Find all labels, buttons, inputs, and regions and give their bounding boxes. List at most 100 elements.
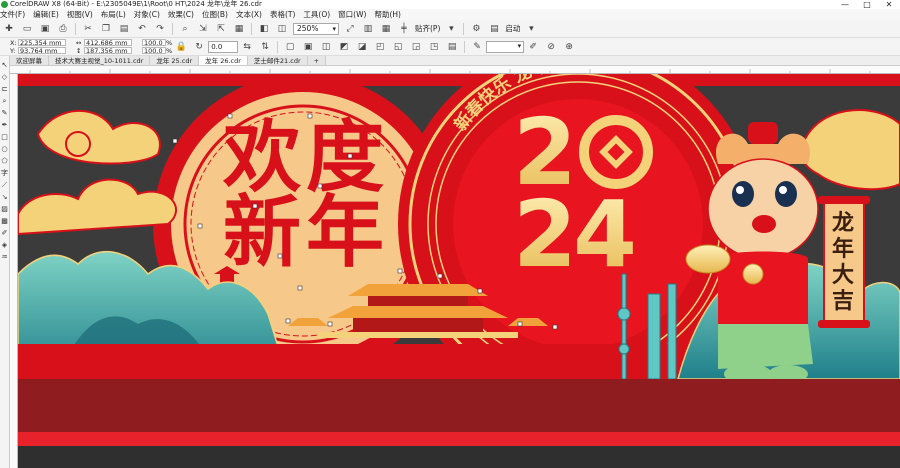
paste-icon[interactable]: ▤ (117, 22, 131, 36)
y-position-field[interactable]: 93.764 mm (18, 47, 66, 54)
year-digit-4: 4 (573, 181, 637, 288)
menu-window[interactable]: 窗口(W) (338, 9, 374, 20)
toolbar-separator (463, 22, 465, 35)
toolbar-separator (464, 40, 466, 53)
smart-fill-icon[interactable]: ♒ (1, 251, 7, 263)
launch-icon[interactable]: ▤ (487, 22, 501, 36)
new-document-icon[interactable]: ✚ (2, 22, 16, 36)
no-fill-icon[interactable]: ⊘ (544, 40, 558, 54)
rotate-icon[interactable]: ↻ (192, 40, 206, 54)
freehand-tool-icon[interactable]: ✎ (2, 107, 8, 119)
menu-effects[interactable]: 效果(C) (168, 9, 202, 20)
break-apart-icon[interactable]: ◪ (355, 40, 369, 54)
intersect-icon[interactable]: ◲ (409, 40, 423, 54)
ungroup-all-icon[interactable]: ◫ (319, 40, 333, 54)
combine-icon[interactable]: ◩ (337, 40, 351, 54)
polygon-tool-icon[interactable]: ⬠ (1, 155, 7, 167)
tab-dragon-25[interactable]: 龙年 25.cdr (150, 56, 200, 65)
menu-view[interactable]: 视图(V) (67, 9, 101, 20)
zoom-tool-icon[interactable]: ⌕ (3, 95, 7, 107)
search-content-icon[interactable]: ⌕ (178, 22, 192, 36)
tab-welcome-screen[interactable]: 欢迎屏幕 (10, 56, 49, 65)
welcome-screen-icon[interactable]: ◫ (275, 22, 289, 36)
launch-dropdown[interactable]: 启动 (505, 23, 520, 34)
snap-to-dropdown[interactable]: 贴齐(P) (415, 23, 440, 34)
x-position-field[interactable]: 225.354 mm (18, 39, 66, 46)
drop-shadow-icon[interactable]: ▨ (1, 203, 8, 215)
tab-cheese-mail-21[interactable]: 芝士邮件21.cdr (247, 56, 308, 65)
print-icon[interactable]: ⎙ (56, 22, 70, 36)
menu-object[interactable]: 对象(C) (134, 9, 168, 20)
full-screen-icon[interactable]: ⤢ (343, 22, 357, 36)
import-icon[interactable]: ⇲ (196, 22, 210, 36)
connector-tool-icon[interactable]: ↘ (2, 191, 8, 203)
pdf-icon[interactable]: ▦ (232, 22, 246, 36)
undo-icon[interactable]: ↶ (135, 22, 149, 36)
app-launcher-icon[interactable]: ◧ (257, 22, 271, 36)
outline-icon[interactable]: ✎ (470, 40, 484, 54)
cut-icon[interactable]: ✂ (81, 22, 95, 36)
color-eyedropper-icon[interactable]: ✐ (2, 227, 8, 239)
close-button[interactable]: ✕ (878, 0, 900, 9)
tab-label: 欢迎屏幕 (16, 57, 42, 65)
vertical-ruler[interactable] (10, 74, 18, 468)
lock-ratio-icon[interactable]: 🔒 (174, 40, 188, 54)
drawing-canvas[interactable]: 欢 度 新 年 新春快乐 龙年大吉 2 2 4 (18, 74, 900, 468)
parallel-dimension-icon[interactable]: ⟋ (2, 179, 7, 191)
scale-y-field[interactable]: 100.0 (142, 47, 166, 54)
width-field[interactable]: 412.686 mm (84, 39, 132, 46)
new-tab-button[interactable]: + (307, 56, 327, 65)
eyedropper-icon[interactable]: ✐ (526, 40, 540, 54)
zoom-level-select[interactable]: 250% (293, 22, 339, 35)
width-icon: ↔ (76, 38, 82, 47)
menu-help[interactable]: 帮助(H) (374, 9, 409, 20)
simplify-icon[interactable]: ◳ (427, 40, 441, 54)
rotation-angle-field[interactable]: 0.0 (208, 40, 239, 53)
redo-icon[interactable]: ↷ (153, 22, 167, 36)
chevron-down-icon[interactable]: ▾ (444, 22, 458, 36)
quick-customize-icon[interactable]: ⊕ (562, 40, 576, 54)
align-icon[interactable]: ▤ (445, 40, 459, 54)
menu-layout[interactable]: 布局(L) (101, 9, 134, 20)
options-gear-icon[interactable]: ⚙ (469, 22, 483, 36)
tab-dragon-26[interactable]: 龙年 26.cdr (199, 56, 248, 65)
scale-x-field[interactable]: 100.0 (142, 39, 166, 46)
open-folder-icon[interactable]: ▭ (20, 22, 34, 36)
grid-icon[interactable]: ▦ (379, 22, 393, 36)
menu-file[interactable]: 文件(F) (0, 9, 33, 20)
outline-color-select[interactable] (486, 40, 525, 53)
trim-icon[interactable]: ◱ (391, 40, 405, 54)
chevron-down-icon[interactable]: ▾ (524, 22, 538, 36)
guidelines-icon[interactable]: ╪ (397, 22, 411, 36)
group-icon[interactable]: ▢ (283, 40, 297, 54)
bottom-grey-band (18, 446, 900, 468)
transparency-tool-icon[interactable]: ▩ (1, 215, 8, 227)
shape-tool-icon[interactable]: ◇ (2, 71, 7, 83)
rectangle-tool-icon[interactable]: □ (1, 131, 8, 143)
rulers-icon[interactable]: ▥ (361, 22, 375, 36)
maximize-button[interactable]: □ (856, 0, 878, 9)
menu-bitmaps[interactable]: 位图(B) (202, 9, 236, 20)
menu-text[interactable]: 文本(X) (236, 9, 270, 20)
copy-icon[interactable]: ❐ (99, 22, 113, 36)
artistic-media-icon[interactable]: ✒ (2, 119, 8, 131)
horizontal-ruler[interactable] (10, 66, 900, 74)
save-icon[interactable]: ▣ (38, 22, 52, 36)
menu-edit[interactable]: 编辑(E) (33, 9, 67, 20)
ellipse-tool-icon[interactable]: ○ (1, 143, 7, 155)
tab-tech-contest[interactable]: 技术大赛主视觉_10-1011.cdr (49, 56, 151, 65)
mirror-vertical-icon[interactable]: ⇅ (258, 40, 272, 54)
text-tool-icon[interactable]: 字 (1, 167, 8, 179)
ungroup-icon[interactable]: ▣ (301, 40, 315, 54)
minimize-button[interactable]: — (834, 0, 856, 9)
interactive-fill-icon[interactable]: ◈ (2, 239, 7, 251)
mirror-horizontal-icon[interactable]: ⇆ (240, 40, 254, 54)
pick-tool-icon[interactable]: ↖ (2, 59, 8, 71)
menu-tools[interactable]: 工具(O) (303, 9, 338, 20)
document-tabs: 欢迎屏幕 技术大赛主视觉_10-1011.cdr 龙年 25.cdr 龙年 26… (10, 56, 900, 66)
weld-icon[interactable]: ◰ (373, 40, 387, 54)
crop-tool-icon[interactable]: ⊏ (2, 83, 8, 95)
export-icon[interactable]: ⇱ (214, 22, 228, 36)
menu-table[interactable]: 表格(T) (270, 9, 303, 20)
height-field[interactable]: 187.356 mm (84, 47, 132, 54)
